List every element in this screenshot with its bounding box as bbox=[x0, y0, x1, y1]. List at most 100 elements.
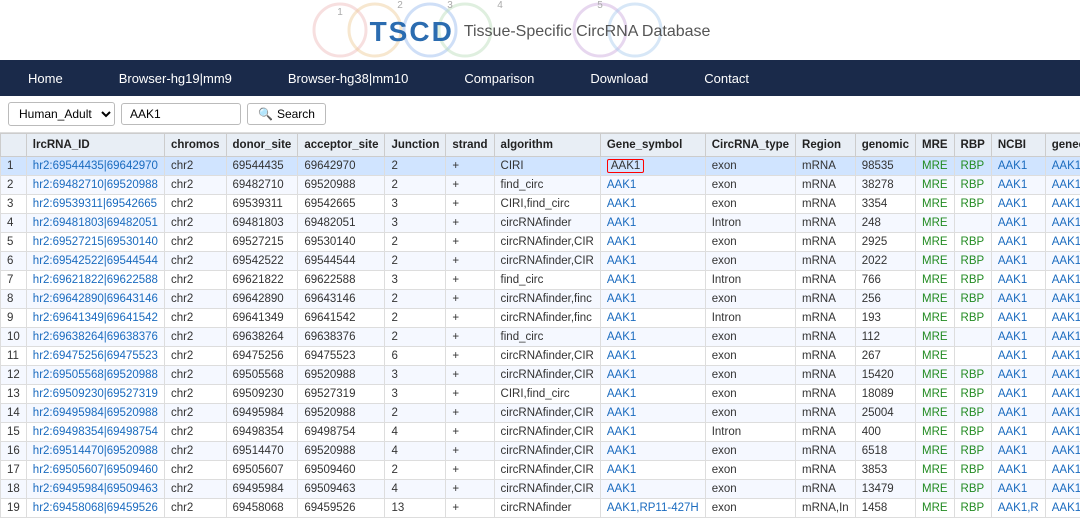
gene-link[interactable]: AAK1 bbox=[607, 274, 636, 286]
mre-link[interactable]: MRE bbox=[922, 331, 948, 343]
row-rbp[interactable]: RBP bbox=[954, 385, 991, 404]
ncbi-link[interactable]: AAK1 bbox=[998, 331, 1027, 343]
table-row[interactable]: 18 hr2:69495984|69509463 chr2 69495984 6… bbox=[1, 480, 1080, 499]
row-rbp[interactable]: RBP bbox=[954, 157, 991, 176]
row-rbp[interactable] bbox=[954, 328, 991, 347]
gene-link[interactable]: AAK1 bbox=[607, 312, 636, 324]
nav-browser-hg19[interactable]: Browser-hg19|mm9 bbox=[91, 60, 260, 96]
row-rbp[interactable]: RBP bbox=[954, 195, 991, 214]
row-rbp[interactable]: RBP bbox=[954, 499, 991, 518]
row-gene[interactable]: AAK1 bbox=[600, 347, 705, 366]
row-genecards[interactable]: AAK1 bbox=[1045, 290, 1080, 309]
table-row[interactable]: 4 hr2:69481803|69482051 chr2 69481803 69… bbox=[1, 214, 1080, 233]
row-id[interactable]: hr2:69642890|69643146 bbox=[26, 290, 164, 309]
row-genecards[interactable]: AAK1 bbox=[1045, 233, 1080, 252]
row-mre[interactable]: MRE bbox=[915, 461, 954, 480]
row-mre[interactable]: MRE bbox=[915, 366, 954, 385]
table-row[interactable]: 12 hr2:69505568|69520988 chr2 69505568 6… bbox=[1, 366, 1080, 385]
row-ncbi[interactable]: AAK1 bbox=[991, 328, 1045, 347]
row-rbp[interactable]: RBP bbox=[954, 233, 991, 252]
genecards-link[interactable]: AAK1 bbox=[1052, 236, 1080, 248]
rbp-link[interactable]: RBP bbox=[961, 388, 985, 400]
table-row[interactable]: 17 hr2:69505607|69509460 chr2 69505607 6… bbox=[1, 461, 1080, 480]
ncbi-link[interactable]: AAK1 bbox=[998, 426, 1027, 438]
table-row[interactable]: 15 hr2:69498354|69498754 chr2 69498354 6… bbox=[1, 423, 1080, 442]
row-gene[interactable]: AAK1 bbox=[600, 271, 705, 290]
nav-home[interactable]: Home bbox=[0, 60, 91, 96]
row-mre[interactable]: MRE bbox=[915, 214, 954, 233]
table-row[interactable]: 16 hr2:69514470|69520988 chr2 69514470 6… bbox=[1, 442, 1080, 461]
ncbi-link[interactable]: AAK1 bbox=[998, 388, 1027, 400]
row-genecards[interactable]: AAK1 bbox=[1045, 499, 1080, 518]
row-id[interactable]: hr2:69481803|69482051 bbox=[26, 214, 164, 233]
ncbi-link[interactable]: AAK1 bbox=[998, 350, 1027, 362]
genecards-link[interactable]: AAK1 bbox=[1052, 350, 1080, 362]
row-id[interactable]: hr2:69542522|69544544 bbox=[26, 252, 164, 271]
gene-link[interactable]: AAK1 bbox=[607, 217, 636, 229]
row-ncbi[interactable]: AAK1 bbox=[991, 157, 1045, 176]
rbp-link[interactable]: RBP bbox=[961, 369, 985, 381]
row-gene[interactable]: AAK1 bbox=[600, 328, 705, 347]
row-gene[interactable]: AAK1 bbox=[600, 157, 705, 176]
row-mre[interactable]: MRE bbox=[915, 385, 954, 404]
gene-link[interactable]: AAK1 bbox=[607, 293, 636, 305]
row-id[interactable]: hr2:69638264|69638376 bbox=[26, 328, 164, 347]
rbp-link[interactable]: RBP bbox=[961, 502, 985, 514]
ncbi-link[interactable]: AAK1 bbox=[998, 255, 1027, 267]
row-mre[interactable]: MRE bbox=[915, 195, 954, 214]
gene-link[interactable]: AAK1 bbox=[607, 445, 636, 457]
row-id[interactable]: hr2:69527215|69530140 bbox=[26, 233, 164, 252]
row-rbp[interactable]: RBP bbox=[954, 480, 991, 499]
rbp-link[interactable]: RBP bbox=[961, 312, 985, 324]
rbp-link[interactable]: RBP bbox=[961, 236, 985, 248]
row-genecards[interactable]: AAK1 bbox=[1045, 271, 1080, 290]
genecards-link[interactable]: AAK1 bbox=[1052, 255, 1080, 267]
mre-link[interactable]: MRE bbox=[922, 198, 948, 210]
rbp-link[interactable]: RBP bbox=[961, 179, 985, 191]
genecards-link[interactable]: AAK1 bbox=[1052, 388, 1080, 400]
row-ncbi[interactable]: AAK1 bbox=[991, 309, 1045, 328]
row-mre[interactable]: MRE bbox=[915, 290, 954, 309]
row-genecards[interactable]: AAK1 bbox=[1045, 347, 1080, 366]
row-genecards[interactable]: AAK1 bbox=[1045, 328, 1080, 347]
gene-link[interactable]: AAK1 bbox=[607, 236, 636, 248]
row-rbp[interactable]: RBP bbox=[954, 423, 991, 442]
mre-link[interactable]: MRE bbox=[922, 502, 948, 514]
row-mre[interactable]: MRE bbox=[915, 271, 954, 290]
mre-link[interactable]: MRE bbox=[922, 350, 948, 362]
row-id[interactable]: hr2:69495984|69520988 bbox=[26, 404, 164, 423]
row-ncbi[interactable]: AAK1 bbox=[991, 442, 1045, 461]
row-genecards[interactable]: AAK1 bbox=[1045, 442, 1080, 461]
mre-link[interactable]: MRE bbox=[922, 407, 948, 419]
row-mre[interactable]: MRE bbox=[915, 442, 954, 461]
row-id[interactable]: hr2:69539311|69542665 bbox=[26, 195, 164, 214]
row-gene[interactable]: AAK1 bbox=[600, 195, 705, 214]
rbp-link[interactable]: RBP bbox=[961, 274, 985, 286]
row-id[interactable]: hr2:69514470|69520988 bbox=[26, 442, 164, 461]
ncbi-link[interactable]: AAK1 bbox=[998, 312, 1027, 324]
rbp-link[interactable]: RBP bbox=[961, 445, 985, 457]
genecards-link[interactable]: AAK1 bbox=[1052, 502, 1080, 514]
row-ncbi[interactable]: AAK1,R bbox=[991, 499, 1045, 518]
row-rbp[interactable]: RBP bbox=[954, 366, 991, 385]
table-row[interactable]: 9 hr2:69641349|69641542 chr2 69641349 69… bbox=[1, 309, 1080, 328]
table-row[interactable]: 2 hr2:69482710|69520988 chr2 69482710 69… bbox=[1, 176, 1080, 195]
table-row[interactable]: 10 hr2:69638264|69638376 chr2 69638264 6… bbox=[1, 328, 1080, 347]
row-id[interactable]: hr2:69544435|69642970 bbox=[26, 157, 164, 176]
genecards-link[interactable]: AAK1 bbox=[1052, 312, 1080, 324]
mre-link[interactable]: MRE bbox=[922, 236, 948, 248]
row-gene[interactable]: AAK1 bbox=[600, 290, 705, 309]
row-id[interactable]: hr2:69458068|69459526 bbox=[26, 499, 164, 518]
genecards-link[interactable]: AAK1 bbox=[1052, 464, 1080, 476]
row-ncbi[interactable]: AAK1 bbox=[991, 347, 1045, 366]
ncbi-link[interactable]: AAK1 bbox=[998, 179, 1027, 191]
table-row[interactable]: 11 hr2:69475256|69475523 chr2 69475256 6… bbox=[1, 347, 1080, 366]
row-mre[interactable]: MRE bbox=[915, 404, 954, 423]
row-gene[interactable]: AAK1 bbox=[600, 176, 705, 195]
mre-link[interactable]: MRE bbox=[922, 464, 948, 476]
row-ncbi[interactable]: AAK1 bbox=[991, 404, 1045, 423]
mre-link[interactable]: MRE bbox=[922, 483, 948, 495]
row-genecards[interactable]: AAK1 bbox=[1045, 423, 1080, 442]
row-id[interactable]: hr2:69482710|69520988 bbox=[26, 176, 164, 195]
row-id[interactable]: hr2:69621822|69622588 bbox=[26, 271, 164, 290]
